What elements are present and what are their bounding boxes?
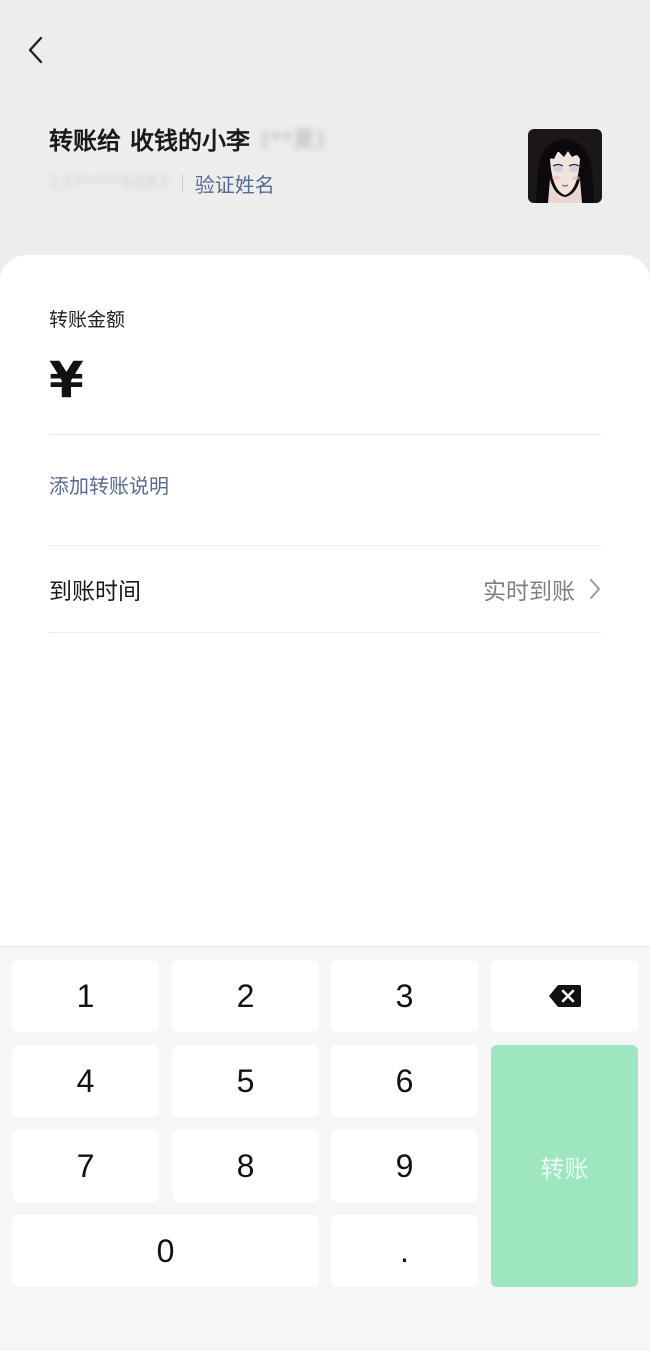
- back-button[interactable]: [18, 30, 52, 70]
- verify-name-link[interactable]: 验证姓名: [195, 169, 275, 198]
- backspace-button[interactable]: [491, 960, 638, 1032]
- arrival-time-label: 到账时间: [49, 579, 141, 605]
- key-3[interactable]: 3: [331, 960, 478, 1032]
- transfer-button[interactable]: 转账: [491, 1045, 638, 1287]
- arrival-time-row[interactable]: 到账时间 实时到账: [49, 555, 601, 623]
- divider: [49, 545, 601, 546]
- key-4[interactable]: 4: [12, 1045, 159, 1117]
- key-5[interactable]: 5: [172, 1045, 319, 1117]
- amount-label: 转账金额: [49, 309, 126, 331]
- currency-symbol: ¥: [49, 351, 84, 409]
- key-7[interactable]: 7: [12, 1130, 159, 1202]
- add-note-link[interactable]: 添加转账说明: [49, 470, 169, 499]
- arrival-time-value: 实时到账: [483, 579, 575, 605]
- divider: [49, 434, 601, 435]
- recipient-info: 转账给 收钱的小李 (**夏) 137****6083 验证姓名: [49, 124, 530, 198]
- chevron-left-icon: [28, 36, 43, 64]
- key-6[interactable]: 6: [331, 1045, 478, 1117]
- masked-account: 137****6083: [49, 173, 170, 193]
- chevron-right-icon: [589, 578, 601, 600]
- backspace-icon: [548, 985, 581, 1007]
- avatar: [528, 129, 602, 203]
- key-1[interactable]: 1: [12, 960, 159, 1032]
- divider: [181, 174, 183, 192]
- transfer-card: 转账金额 ¥ 添加转账说明 到账时间 实时到账: [0, 255, 650, 955]
- masked-real-name: (**夏): [260, 128, 326, 153]
- arrival-time-selector: 实时到账: [483, 572, 601, 606]
- recipient-title: 转账给 收钱的小李 (**夏): [49, 124, 530, 158]
- numeric-keypad: 1 2 3 4 5 6 7 8 9 0 . 转账: [0, 946, 650, 1351]
- key-8[interactable]: 8: [172, 1130, 319, 1202]
- divider: [49, 632, 601, 633]
- key-0[interactable]: 0: [12, 1215, 319, 1287]
- key-9[interactable]: 9: [331, 1130, 478, 1202]
- key-2[interactable]: 2: [172, 960, 319, 1032]
- key-decimal[interactable]: .: [331, 1215, 478, 1287]
- title-prefix: 转账给: [49, 127, 121, 155]
- amount-input[interactable]: ¥: [49, 347, 601, 413]
- recipient-name: 收钱的小李: [130, 127, 250, 155]
- transfer-page: 转账给 收钱的小李 (**夏) 137****6083 验证姓名 转账金额 ¥ …: [0, 0, 650, 1351]
- recipient-subline: 137****6083 验证姓名: [49, 169, 530, 198]
